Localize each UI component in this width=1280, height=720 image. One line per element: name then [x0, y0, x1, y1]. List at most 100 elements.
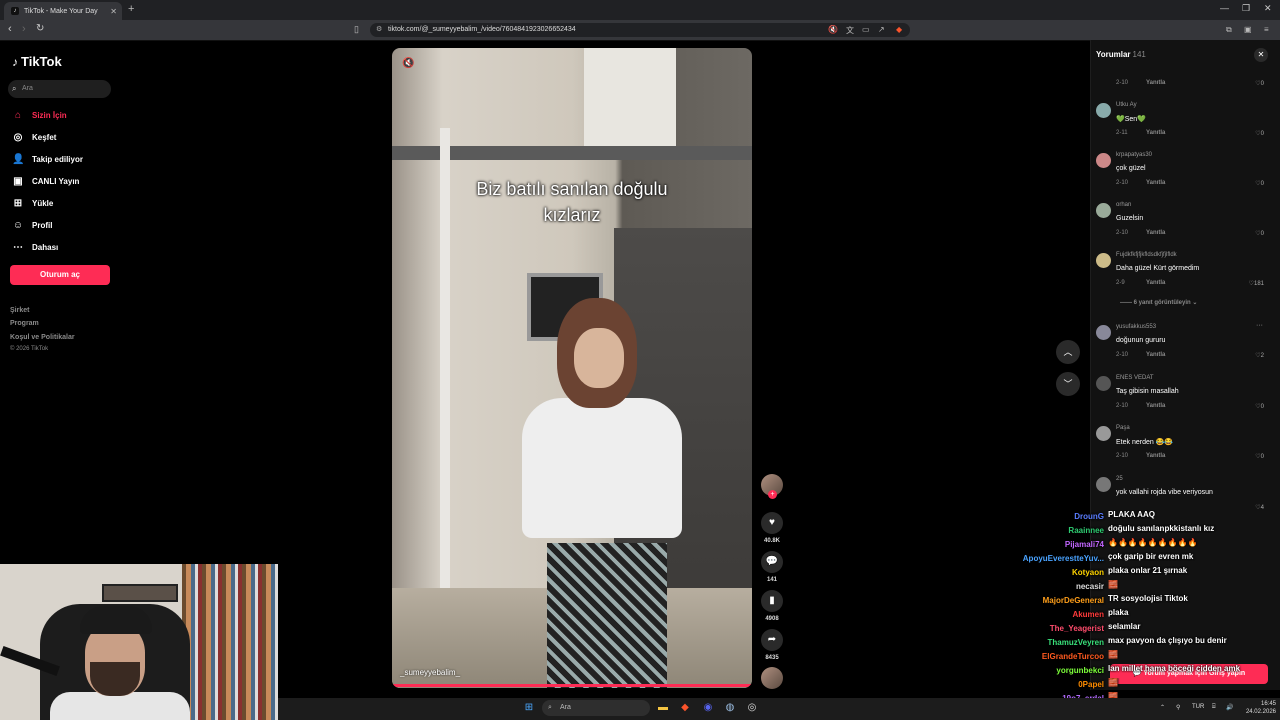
reply-button[interactable]: Yanıtla	[1146, 180, 1165, 186]
reply-button[interactable]: Yanıtla	[1146, 453, 1165, 459]
tray-chevron-up-icon[interactable]: ⌃	[1160, 704, 1165, 711]
comment-likes[interactable]: ♡0	[1255, 453, 1264, 460]
obs-icon[interactable]: ◎	[746, 702, 758, 714]
avatar[interactable]	[1096, 103, 1111, 118]
comment-likes[interactable]: ♡0	[1255, 80, 1264, 87]
sidebar-item-more[interactable]: ⋯ Dahası	[12, 240, 58, 254]
reply-button[interactable]: Yanıtla	[1146, 130, 1165, 136]
forward-icon[interactable]: ›	[22, 23, 26, 35]
previous-video-button[interactable]: ︿	[1056, 340, 1080, 364]
mute-icon[interactable]: 🔇	[402, 58, 414, 69]
footer-link-terms[interactable]: Koşul ve Politikalar	[10, 334, 75, 341]
taskbar-search-input[interactable]: ⌕ Ara	[542, 700, 650, 716]
avatar[interactable]	[1096, 203, 1111, 218]
reply-button[interactable]: Yanıtla	[1146, 403, 1165, 409]
follow-plus-icon[interactable]: +	[768, 490, 777, 499]
menu-icon[interactable]: ≡	[1264, 25, 1269, 34]
chat-user: Pijamali74	[1064, 540, 1104, 549]
volume-icon[interactable]: 🔊	[1226, 704, 1233, 711]
media-muted-icon[interactable]: 🔇	[828, 25, 838, 34]
bookmark-icon[interactable]: ▯	[354, 24, 359, 35]
sidebar-item-following[interactable]: 👤 Takip ediliyor	[12, 152, 83, 166]
footer-link-program[interactable]: Program	[10, 320, 39, 327]
reply-button[interactable]: Yanıtla	[1146, 80, 1165, 86]
comment-user[interactable]: yusufakkus553	[1116, 324, 1156, 330]
search-input[interactable]: ⌕ Ara	[8, 80, 111, 98]
view-replies-button[interactable]: —— 6 yanıt görüntüleyin ⌄	[1120, 299, 1197, 306]
back-icon[interactable]: ‹	[8, 23, 12, 35]
extensions-icon[interactable]: ⧉	[1226, 25, 1232, 35]
comment-user[interactable]: Utku Ay	[1116, 102, 1137, 108]
reply-button[interactable]: Yanıtla	[1146, 352, 1165, 358]
tiktok-logo[interactable]: ♪ TikTok	[12, 54, 62, 69]
windows-start-icon[interactable]: ⊞	[523, 702, 535, 714]
comment-likes[interactable]: ♡0	[1255, 180, 1264, 187]
sidebar-item-live[interactable]: ▣ CANLI Yayın	[12, 174, 79, 188]
heart-icon[interactable]: ♥	[761, 512, 783, 534]
steam-icon[interactable]: ◍	[724, 702, 736, 714]
creator-avatar[interactable]: +	[760, 474, 784, 499]
minimize-icon[interactable]: —	[1220, 3, 1229, 13]
language-indicator[interactable]: TUR	[1192, 704, 1204, 710]
brave-shield-icon[interactable]: ◆	[896, 25, 902, 34]
discord-icon[interactable]: ◉	[702, 702, 714, 714]
more-options-icon[interactable]: ···	[1256, 322, 1263, 329]
maximize-icon[interactable]: ❐	[1242, 3, 1250, 14]
comment-action[interactable]: 💬 141	[760, 551, 784, 583]
location-icon[interactable]: ⚲	[1176, 704, 1180, 711]
comment-likes[interactable]: ♡0	[1255, 403, 1264, 410]
avatar[interactable]	[1096, 376, 1111, 391]
share-icon[interactable]: ↗	[878, 25, 885, 34]
like-action[interactable]: ♥ 40.8K	[760, 512, 784, 544]
screen-icon[interactable]: ▭	[862, 25, 870, 34]
comment-user[interactable]: Fujdkfkfjfjkfldsdkfjfjlfldk	[1116, 252, 1177, 258]
close-window-icon[interactable]: ✕	[1264, 3, 1272, 14]
login-button[interactable]: Oturum aç	[10, 265, 110, 285]
chat-message: necasir 🧱	[994, 580, 1270, 593]
next-video-button[interactable]: ﹀	[1056, 372, 1080, 396]
bookmark-icon[interactable]: ▮	[761, 590, 783, 612]
file-explorer-icon[interactable]: ▬	[657, 702, 669, 714]
sidebar-item-profile[interactable]: ☺ Profil	[12, 218, 53, 232]
avatar[interactable]	[1096, 325, 1111, 340]
video-player[interactable]: 🔇 Biz batılı sanılan doğulu kızlarız _su…	[392, 48, 752, 688]
avatar[interactable]	[1096, 477, 1111, 492]
sidebar-item-for-you[interactable]: ⌂ Sizin İçin	[12, 108, 67, 122]
share-arrow-icon[interactable]: ➦	[761, 629, 783, 651]
taskbar-clock[interactable]: 16:45 24.02.2026	[1240, 700, 1276, 716]
avatar[interactable]	[1096, 153, 1111, 168]
comment-likes[interactable]: ♡2	[1255, 352, 1264, 359]
wallet-icon[interactable]: ▣	[1244, 25, 1252, 34]
comment-user[interactable]: ENES VEDAT	[1116, 375, 1154, 381]
translate-icon[interactable]: 文	[846, 25, 854, 36]
share-action[interactable]: ➦ 8435	[760, 629, 784, 661]
sidebar-item-upload[interactable]: ⊞ Yükle	[12, 196, 54, 210]
comment-user[interactable]: Paşa	[1116, 425, 1130, 431]
comment-icon[interactable]: 💬	[761, 551, 783, 573]
reply-button[interactable]: Yanıtla	[1146, 280, 1165, 286]
music-disc-icon[interactable]	[761, 667, 783, 689]
music-disc[interactable]	[760, 667, 784, 689]
video-progress-bar[interactable]	[392, 684, 752, 687]
avatar[interactable]	[1096, 426, 1111, 441]
comment-user[interactable]: 25	[1116, 476, 1123, 482]
comment-likes[interactable]: ♡0	[1255, 130, 1264, 137]
browser-tab[interactable]: ♪ TikTok - Make Your Day ✕	[4, 2, 122, 20]
avatar[interactable]	[1096, 253, 1111, 268]
brave-browser-icon[interactable]: ◆	[679, 702, 691, 714]
reply-button[interactable]: Yanıtla	[1146, 230, 1165, 236]
reload-icon[interactable]: ↻	[36, 23, 44, 34]
save-action[interactable]: ▮ 4908	[760, 590, 784, 622]
network-icon[interactable]: ⌸	[1212, 704, 1216, 711]
close-tab-icon[interactable]: ✕	[110, 7, 117, 16]
footer-link-company[interactable]: Şirket	[10, 307, 29, 314]
new-tab-icon[interactable]: +	[128, 3, 134, 15]
comment-user[interactable]: orhan	[1116, 202, 1131, 208]
avatar[interactable]: +	[761, 474, 783, 499]
comment-user[interactable]: krpapatyas30	[1116, 152, 1152, 158]
comment-likes[interactable]: ♡181	[1249, 280, 1264, 287]
comment-likes[interactable]: ♡0	[1255, 230, 1264, 237]
video-username[interactable]: _sumeyyebalim_	[400, 668, 460, 677]
site-info-icon[interactable]: ⚙	[376, 23, 382, 37]
sidebar-item-explore[interactable]: ◎ Keşfet	[12, 130, 57, 144]
